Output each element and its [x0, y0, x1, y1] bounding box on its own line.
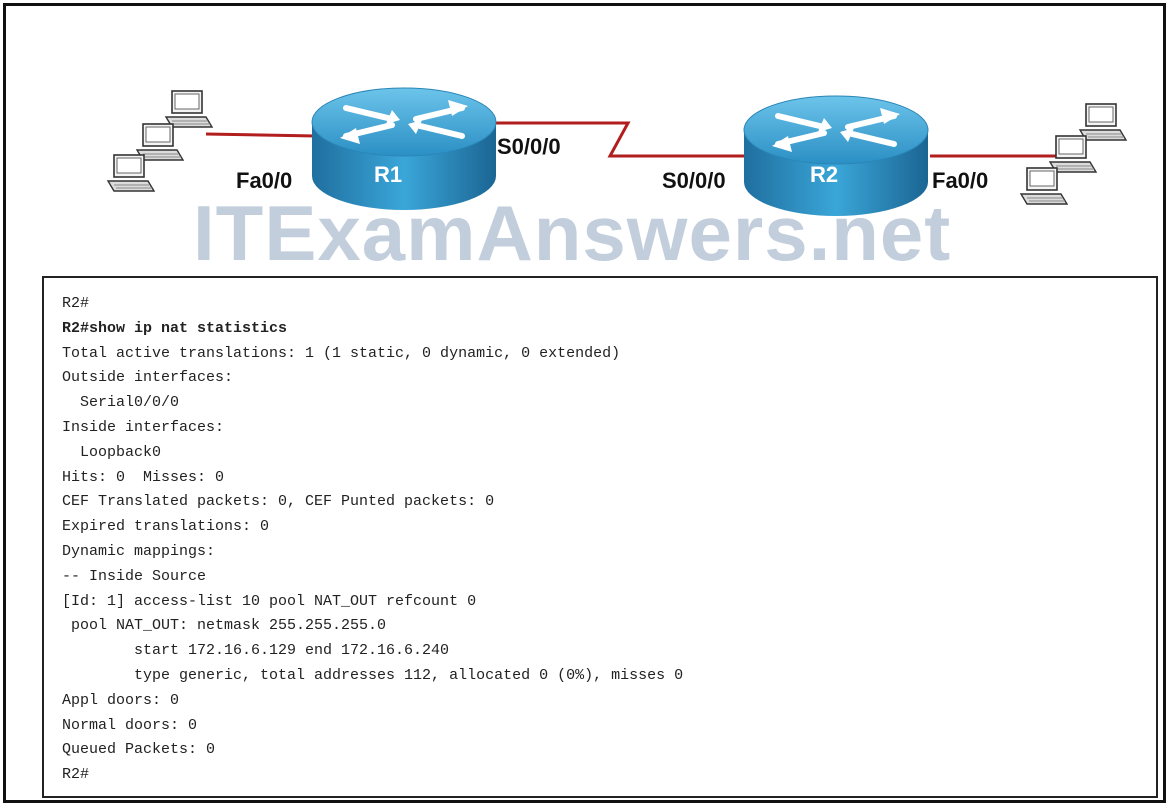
router-r1-label: R1	[374, 162, 402, 187]
cli-output-box: R2# R2#show ip nat statistics Total active…	[42, 276, 1158, 798]
cli-line: CEF Translated packets: 0, CEF Punted pa…	[62, 493, 495, 511]
pc-icon	[1079, 103, 1127, 141]
cli-line: [Id: 1] access-list 10 pool NAT_OUT refc…	[62, 592, 477, 610]
link-left-lan	[205, 132, 317, 138]
cli-line: R2#	[62, 766, 90, 784]
cli-line: -- Inside Source	[62, 567, 207, 585]
cli-line: type generic, total addresses 112, alloc…	[62, 666, 684, 684]
cli-line: R2#	[62, 295, 90, 312]
cli-output: R2# R2#show ip nat statistics Total active…	[44, 278, 1156, 788]
cli-line: Appl doors: 0	[62, 691, 180, 709]
cli-line: Queued Packets: 0	[62, 741, 216, 759]
router-r2-label: R2	[810, 162, 838, 187]
cli-line: pool NAT_OUT: netmask 255.255.255.0	[62, 617, 387, 635]
exhibit-frame: Fa0/0 S0/0/0 S0/0/0 Fa0/0 R1 R2 ITExamAn…	[3, 3, 1166, 803]
cli-line: Dynamic mappings:	[62, 542, 216, 560]
cli-line: Total active translations: 1 (1 static, …	[62, 344, 621, 362]
cli-line: Inside interfaces:	[62, 418, 225, 436]
cli-line: Serial0/0/0	[62, 394, 180, 412]
cli-line: Hits: 0 Misses: 0	[62, 468, 225, 486]
cli-line: Expired translations: 0	[62, 518, 270, 536]
right-pc-cluster	[1020, 103, 1127, 205]
left-pc-cluster	[107, 90, 213, 192]
pc-icon	[165, 90, 213, 128]
r1-serial-label: S0/0/0	[497, 134, 561, 159]
cli-line: Loopback0	[62, 443, 162, 461]
pc-icon	[1020, 167, 1068, 205]
pc-icon	[1049, 135, 1097, 173]
watermark: ITExamAnswers.net	[193, 189, 952, 277]
cli-line: Outside interfaces:	[62, 369, 234, 387]
cli-line: Normal doors: 0	[62, 716, 198, 734]
cli-line: R2#show ip nat statistics	[62, 319, 288, 337]
cli-line: start 172.16.6.129 end 172.16.6.240	[62, 642, 450, 660]
